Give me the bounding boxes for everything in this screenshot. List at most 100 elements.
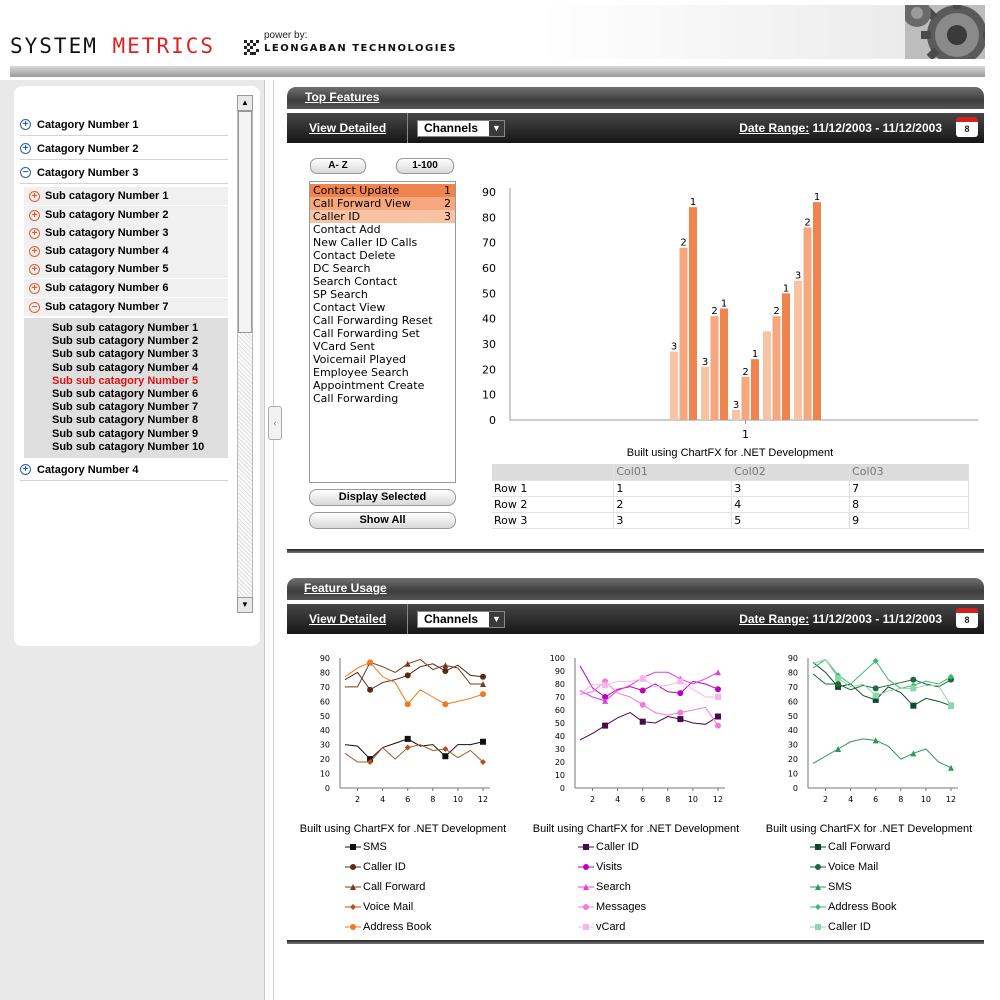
feature-list-item[interactable]: Voicemail Played [310,353,455,366]
feature-list-item[interactable]: Caller ID 3 [310,210,455,223]
y-tick-label: 30 [320,741,330,750]
feature-list-item[interactable]: Search Contact [310,275,455,288]
tree-subsub-2[interactable]: Sub sub catagory Number 2 [52,335,198,347]
tree-subcategory-5[interactable]: + Sub catagory Number 5 [24,260,228,278]
calendar-icon[interactable]: 8 [956,608,978,628]
sort-numeric-button[interactable]: 1-100 [396,158,454,174]
tree-category-1[interactable]: + Catagory Number 1 [20,114,228,136]
feature-list-item[interactable]: Call Forwarding Set [310,327,455,340]
series-address-book [344,659,486,708]
series-marker [815,924,821,930]
feature-list-item[interactable]: Call Forwarding [310,392,455,405]
expand-icon: + [29,263,40,275]
feature-list-item[interactable]: DC Search [310,262,455,275]
feature-rank: 2 [444,197,451,210]
tree-subcategory-6[interactable]: + Sub catagory Number 6 [24,279,228,297]
table-cell: 8 [849,496,969,513]
bar[interactable] [782,293,790,420]
tree-subsub-8[interactable]: Sub sub catagory Number 8 [52,414,198,426]
y-tick-label: 100 [550,654,565,663]
feature-list-item[interactable]: New Caller ID Calls [310,236,455,249]
feature-list[interactable]: Contact Update 1 Call Forward View 2 Caller … [309,181,456,483]
bar-data-label: 1 [814,192,820,203]
feature-list-item[interactable]: Employee Search [310,366,455,379]
scroll-down-icon[interactable]: ▼ [237,597,253,613]
bar[interactable] [701,366,709,420]
series-marker [677,678,684,685]
tree-subcategory-7[interactable]: − Sub catagory Number 7 [24,298,228,316]
x-tick-label: 1 [742,428,749,441]
series-line [344,744,484,763]
tree-subcategory-2[interactable]: + Sub catagory Number 2 [24,206,228,224]
feature-list-item[interactable]: Call Forwarding Reset [310,314,455,327]
feature-rank: 1 [444,184,451,197]
scroll-up-icon[interactable]: ▲ [237,95,253,111]
date-range-label[interactable]: Date Range: [739,612,809,626]
y-tick-label: 20 [320,755,330,764]
view-detailed-link[interactable]: View Detailed [309,612,386,626]
date-range-label[interactable]: Date Range: [739,121,809,135]
x-tick-label: 8 [665,795,670,804]
tree-subcategory-4[interactable]: + Sub catagory Number 4 [24,242,228,260]
feature-list-item[interactable]: Call Forward View 2 [310,197,455,210]
table-cell: 1 [613,480,733,497]
feature-list-item[interactable]: Contact View [310,301,455,314]
show-all-button[interactable]: Show All [309,512,456,529]
tree-subsub-5-selected[interactable]: Sub sub catagory Number 5 [52,375,198,387]
bar[interactable] [803,227,812,420]
bar[interactable] [794,280,802,420]
bar[interactable] [772,316,781,420]
series-marker [639,718,646,725]
feature-list-item[interactable]: Appointment Create [310,379,455,392]
top-features-bar-chart: 0102030405060708090321321321213211 [482,186,978,441]
tree-subsub-1[interactable]: Sub sub catagory Number 1 [52,322,198,334]
feature-usage-title[interactable]: Feature Usage [287,578,984,600]
tree-category-2[interactable]: + Catagory Number 2 [20,138,228,160]
legend-label: Voice Mail [828,861,879,873]
top-features-title[interactable]: Top Features [287,87,984,109]
tree-category-3[interactable]: − Catagory Number 3 [20,162,228,184]
bar[interactable] [670,351,678,420]
tree-subsub-3[interactable]: Sub sub catagory Number 3 [52,348,198,360]
series-marker [404,701,411,708]
tree-subcategory-1[interactable]: + Sub catagory Number 1 [24,187,228,205]
tree-subsub-7[interactable]: Sub sub catagory Number 7 [52,401,198,413]
bar[interactable] [732,409,740,420]
feature-list-item[interactable]: SP Search [310,288,455,301]
feature-name: Call Forwarding Reset [313,314,433,327]
series-marker [442,701,449,708]
tree-subsub-4[interactable]: Sub sub catagory Number 4 [52,362,198,374]
feature-list-item[interactable]: Contact Add [310,223,455,236]
y-tick-label: 90 [788,654,798,663]
collapse-sidebar-icon[interactable]: ‹ [268,406,282,440]
calendar-icon[interactable]: 8 [956,117,978,137]
feature-usage-toolbar: View Detailed Channels ▼ Date Range: 11/1… [287,604,984,634]
tree-subsub-10[interactable]: Sub sub catagory Number 10 [52,441,204,453]
bar[interactable] [689,207,697,420]
bar[interactable] [741,376,750,420]
bar[interactable] [720,308,728,420]
feature-name: Appointment Create [313,379,425,392]
feature-list-item[interactable]: Contact Update 1 [310,184,455,197]
series-marker [350,864,356,870]
series-marker [948,702,954,709]
tree-subsub-9[interactable]: Sub sub catagory Number 9 [52,428,198,440]
sort-az-button[interactable]: A- Z [310,158,366,174]
tree-category-4[interactable]: + Catagory Number 4 [20,459,228,481]
bar[interactable] [763,331,771,420]
bar[interactable] [813,202,821,420]
bar[interactable] [710,316,719,420]
y-tick-label: 20 [482,363,496,376]
channel-select[interactable]: Channels ▼ [417,120,505,137]
feature-list-item[interactable]: Contact Delete [310,249,455,262]
table-cell: 5 [731,512,851,529]
channel-select[interactable]: Channels ▼ [417,611,505,628]
tree-subcategory-3[interactable]: + Sub catagory Number 3 [24,224,228,242]
bar[interactable] [679,247,688,420]
display-selected-button[interactable]: Display Selected [309,489,456,506]
view-detailed-link[interactable]: View Detailed [309,121,386,135]
feature-list-item[interactable]: VCard Sent [310,340,455,353]
tree-subsub-6[interactable]: Sub sub catagory Number 6 [52,388,198,400]
scrollbar-thumb[interactable] [238,111,252,333]
bar[interactable] [751,359,759,420]
